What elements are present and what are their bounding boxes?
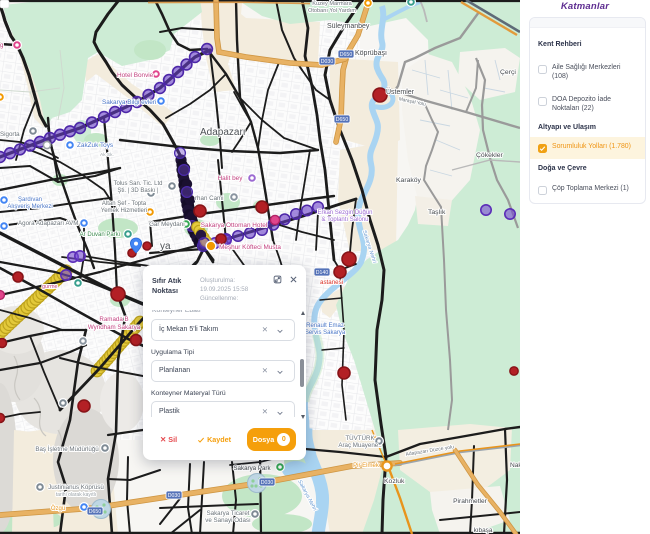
svg-text:Karaköy: Karaköy [396, 177, 422, 184]
svg-text:kıbaşa: kıbaşa [474, 527, 493, 534]
svg-text:Wyndham Sakarya: Wyndham Sakarya [88, 324, 141, 331]
svg-text:Meşhur Köfteci Musta: Meşhur Köfteci Musta [219, 244, 281, 251]
svg-text:Şardıvan: Şardıvan [18, 197, 42, 203]
svg-text:Halit bey: Halit bey [218, 175, 244, 182]
svg-text:Altan Şef - Topta: Altan Şef - Topta [102, 201, 147, 207]
svg-text:Yemek Hizmetleri: Yemek Hizmetleri [101, 208, 147, 214]
svg-text:Nakı: Nakı [510, 462, 520, 469]
svg-text:ya: ya [160, 241, 171, 252]
svg-text:D030: D030 [261, 480, 274, 486]
svg-text:Çökekler: Çökekler [476, 152, 504, 159]
svg-text:D030: D030 [168, 493, 181, 499]
svg-text:Tolus San. Tic. Ltd: Tolus San. Tic. Ltd [113, 181, 162, 187]
svg-text:g: g [0, 43, 3, 49]
svg-text:astanesi: astanesi [320, 279, 343, 286]
svg-text:Çerçi: Çerçi [500, 69, 516, 76]
svg-text:Baş İşletme Müdürlüğü: Baş İşletme Müdürlüğü [35, 446, 99, 453]
svg-text:Sakarya Ticaret: Sakarya Ticaret [207, 510, 250, 517]
svg-text:Hotel Bonvie: Hotel Bonvie [117, 72, 154, 79]
svg-text:D650: D650 [340, 52, 353, 58]
svg-text:Süleymanbey: Süleymanbey [327, 23, 370, 30]
svg-text:Taşlık: Taşlık [428, 209, 446, 216]
svg-text:Adapazarı: Adapazarı [200, 127, 246, 138]
svg-text:D650: D650 [89, 509, 102, 515]
svg-text:D140: D140 [316, 270, 329, 276]
svg-text:ZakZuk Toys: ZakZuk Toys [77, 142, 113, 149]
svg-text:Kozluk: Kozluk [384, 478, 405, 485]
svg-text:Ak Sk.: Ak Sk. [100, 152, 114, 158]
svg-text:tarihi olarak kayıtlı: tarihi olarak kayıtlı [56, 492, 96, 498]
svg-text:gurme: gurme [42, 284, 58, 290]
svg-text:Servis Sakarya: Servis Sakarya [305, 330, 346, 336]
svg-text:Agora Adapazarı AVM: Agora Adapazarı AVM [18, 220, 78, 227]
svg-text:Gar Meydanı: Gar Meydanı [149, 221, 185, 228]
svg-text:Justinianus Köprüsü: Justinianus Köprüsü [48, 484, 104, 491]
svg-text:Pirahmetler: Pirahmetler [453, 498, 488, 505]
svg-text:Sakarya Park: Sakarya Park [233, 465, 271, 472]
svg-text:Üstemler: Üstemler [386, 88, 415, 96]
svg-text:ve Sanayi Odası: ve Sanayi Odası [205, 517, 251, 524]
svg-text:Şti. | 3D Baskı |: Şti. | 3D Baskı | [117, 188, 159, 194]
svg-text:& Toplantı Salonu: & Toplantı Salonu [322, 217, 369, 223]
svg-text:Renault Emaz: Renault Emaz [306, 323, 344, 329]
svg-text:Sakarya Bilgi evleri: Sakarya Bilgi evleri [102, 99, 156, 106]
svg-text:Köprübaşı: Köprübaşı [355, 50, 387, 57]
svg-text:Erkan Sezgin Düğün: Erkan Sezgin Düğün [317, 210, 372, 216]
svg-text:Ramada B: Ramada B [99, 316, 128, 323]
svg-text:D650: D650 [336, 117, 349, 123]
svg-text:Özgü: Özgü [51, 505, 65, 512]
svg-text:Ar Duvan Parkı: Ar Duvan Parkı [80, 232, 121, 238]
svg-text:Araç Muayene..: Araç Muayene.. [338, 442, 382, 449]
svg-text:Kuzey Marmara: Kuzey Marmara [312, 1, 352, 7]
svg-text:Sigorta: Sigorta [0, 131, 20, 138]
svg-text:TÜVTÜRK: TÜVTÜRK [345, 435, 375, 442]
svg-text:Sakarya Ottoman Hotel: Sakarya Ottoman Hotel [201, 222, 267, 229]
svg-text:D030: D030 [321, 59, 334, 65]
svg-text:rhan Cami: rhan Cami [195, 195, 224, 202]
svg-text:Otobanı Yol Yardım: Otobanı Yol Yardım [308, 8, 356, 14]
svg-text:Alışveriş Merkezi: Alışveriş Merkezi [7, 204, 52, 210]
svg-text:Pir Elmek: Pir Elmek [353, 463, 380, 469]
